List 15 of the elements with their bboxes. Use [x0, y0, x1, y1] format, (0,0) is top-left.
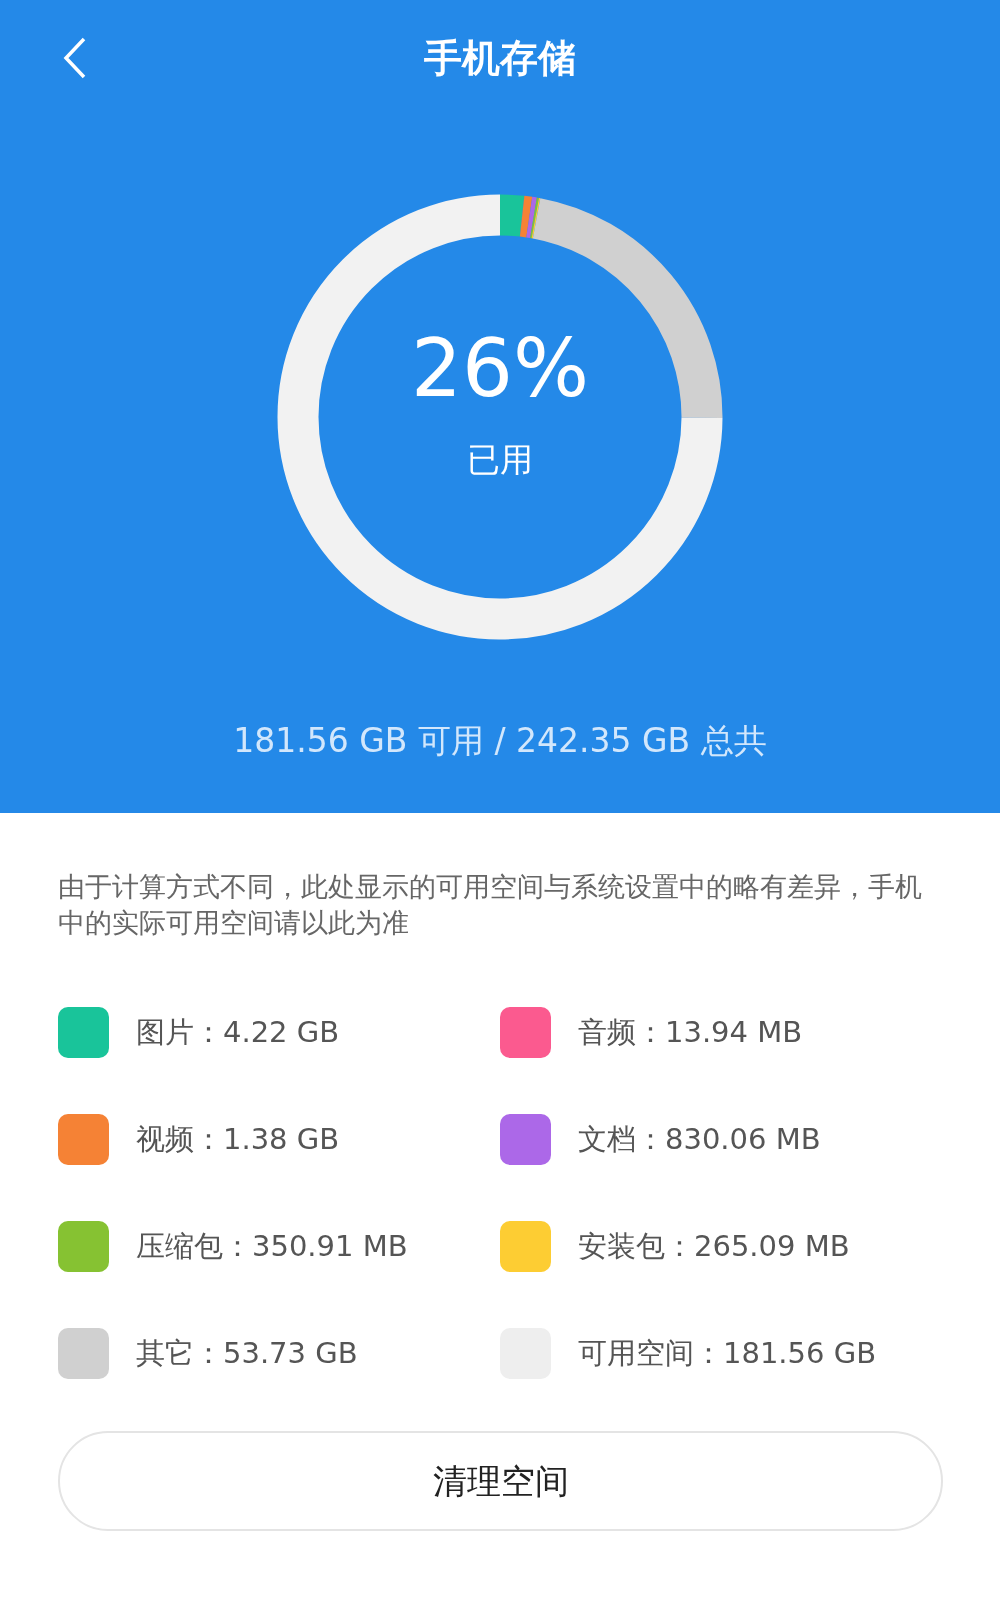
storage-summary: 181.56 GB 可用 / 242.35 GB 总共 [233, 720, 767, 762]
legend-label: 图片：4.22 GB [136, 1013, 340, 1051]
note-text: 由于计算方式不同，此处显示的可用空间与系统设置中的略有差异，手机中的实际可用空间请以此为准 [58, 870, 923, 940]
legend-label: 可用空间：181.56 GB [578, 1334, 877, 1372]
legend-label: 其它：53.73 GB [136, 1334, 358, 1372]
usage-percent: 26% [411, 329, 589, 410]
legend-label: 视频：1.38 GB [136, 1120, 340, 1158]
clean-up-button[interactable]: 清理空间 [58, 1431, 943, 1531]
usage-label: 已用 [467, 439, 533, 482]
legend-label: 压缩包：350.91 MB [136, 1227, 408, 1265]
page-title: 手机存储 [424, 34, 576, 82]
back-icon[interactable] [62, 36, 88, 80]
legend-label: 文档：830.06 MB [578, 1120, 821, 1158]
legend-label: 音频：13.94 MB [578, 1013, 803, 1051]
legend-label: 安装包：265.09 MB [578, 1227, 850, 1265]
